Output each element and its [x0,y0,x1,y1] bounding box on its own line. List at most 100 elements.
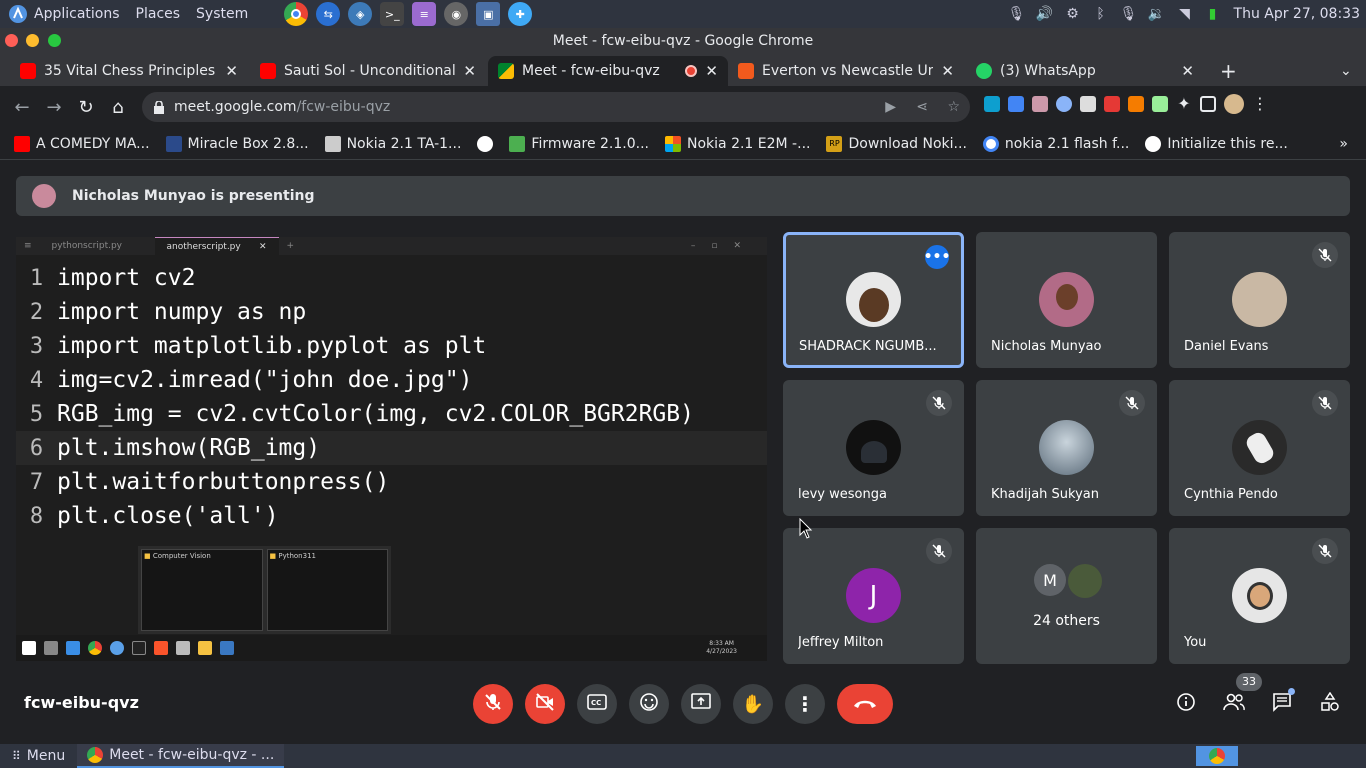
raise-hand-button[interactable]: ✋ [733,684,773,724]
close-tab-icon[interactable]: ✕ [941,62,954,80]
menu-icon: ≡ [24,241,32,251]
bookmark-initialize[interactable]: Initialize this re... [1137,135,1295,152]
minimize-window-icon[interactable] [26,34,39,47]
tab-search-chevron-icon[interactable]: ⌄ [1330,56,1360,86]
meeting-info-button[interactable] [1170,688,1202,720]
extension-6-icon[interactable] [1104,96,1120,112]
close-tab-icon[interactable]: ✕ [1181,62,1194,80]
participant-tile-nicholas[interactable]: Nicholas Munyao [976,232,1157,368]
new-tab-icon[interactable]: + [1210,56,1240,86]
vscode-launcher-icon[interactable]: ◈ [348,2,373,26]
system-menu[interactable]: System [188,0,256,28]
windows-start-icon [22,641,36,655]
terminal-launcher-icon[interactable]: >_ [380,2,405,26]
svg-text:CC: CC [591,699,601,707]
chrome-launcher-icon[interactable] [284,2,309,26]
workspace-switcher[interactable] [1196,746,1238,766]
text-editor-launcher-icon[interactable]: ≡ [412,2,437,26]
windows-taskbar: 8:33 AM 4/27/2023 [16,635,767,661]
microphone-icon[interactable]: 🎙 [1008,6,1026,22]
extension-4-icon[interactable] [1056,96,1072,112]
bookmark-star-icon[interactable]: ☆ [947,99,960,115]
people-button[interactable] [1218,688,1250,720]
bookmark-nokia-flash[interactable]: nokia 2.1 flash f... [975,135,1137,152]
network-app-icon[interactable]: ⇆ [316,2,341,26]
extension-off-icon[interactable] [1128,96,1144,112]
wifi-icon[interactable]: ◥ [1178,6,1192,22]
participant-tile-jeffrey[interactable]: J Jeffrey Milton [783,528,964,664]
bluetooth-icon[interactable]: ᛒ [1094,6,1108,22]
applications-menu[interactable]: Applications [0,0,128,28]
translate-extension-icon[interactable] [1008,96,1024,112]
participant-tile-levy[interactable]: levy wesonga [783,380,964,516]
close-tab-icon[interactable]: ✕ [705,62,718,80]
files-launcher-icon[interactable]: ✚ [508,2,533,26]
extension-1-icon[interactable] [984,96,1000,112]
main-menu-button[interactable]: ⠿ Menu [0,748,77,764]
camera-permission-icon[interactable]: ▶ [885,99,896,115]
back-arrow-icon[interactable]: ← [6,91,38,123]
close-window-icon[interactable] [5,34,18,47]
site-favicon-icon [165,135,182,152]
speaker-icon[interactable]: 🔉 [1148,6,1165,22]
bookmark-firmware[interactable]: Firmware 2.1.0... [501,135,657,152]
places-menu[interactable]: Places [128,0,189,28]
bookmark-download-nokia[interactable]: RP Download Noki... [818,135,974,152]
bookmark-globe[interactable] [469,135,501,152]
side-panel-icon[interactable] [1200,96,1216,112]
reactions-button[interactable] [629,684,669,724]
participant-tile-daniel[interactable]: Daniel Evans [1169,232,1350,368]
more-options-icon[interactable]: ••• [924,245,950,269]
camera-off-button[interactable] [525,684,565,724]
activities-button[interactable] [1314,688,1346,720]
tab-everton[interactable]: Everton vs Newcastle Unite ✕ [728,56,964,86]
forward-arrow-icon[interactable]: → [38,91,70,123]
tab-chess[interactable]: 35 Vital Chess Principles | ✕ [10,56,248,86]
present-screen-button[interactable] [681,684,721,724]
extension-8-icon[interactable] [1152,96,1168,112]
chat-button[interactable] [1266,688,1298,720]
main-menu-label: Menu [26,748,66,764]
tab-meet[interactable]: Meet - fcw-eibu-qvz ✕ [488,56,728,86]
monitor-launcher-icon[interactable]: ▣ [476,2,501,26]
bookmarks-overflow-icon[interactable]: » [1331,136,1356,152]
participant-name: SHADRACK NGUMB... [799,339,937,354]
settings-tray-icon[interactable]: ⚙ [1066,6,1080,22]
settings-launcher-icon[interactable]: ◉ [444,2,469,26]
bookmark-nokia-ta[interactable]: Nokia 2.1 TA-1... [317,135,470,152]
puzzle-extensions-icon[interactable]: ✦ [1176,96,1192,112]
profile-avatar[interactable] [1224,94,1244,114]
captions-button[interactable]: CC [577,684,617,724]
participant-tile-shadrack[interactable]: ••• SHADRACK NGUMB... [783,232,964,368]
bookmark-nokia-e2m[interactable]: Nokia 2.1 E2M -... [657,135,818,152]
tab-sauti-sol[interactable]: Sauti Sol - Unconditionally ✕ [250,56,486,86]
leave-call-button[interactable] [837,684,893,724]
tab-whatsapp[interactable]: (3) WhatsApp ✕ [966,56,1204,86]
battery-icon[interactable]: ▮ [1206,6,1220,22]
close-tab-icon[interactable]: ✕ [463,62,476,80]
youtube-favicon-icon [260,63,276,79]
more-options-button[interactable]: ⋮ [785,684,825,724]
taskbar-window-button[interactable]: Meet - fcw-eibu-qvz - ... [77,744,285,768]
chrome-menu-icon[interactable]: ⋮ [1252,96,1268,114]
close-tab-icon[interactable]: ✕ [225,62,238,80]
bookmark-miracle-box[interactable]: Miracle Box 2.8... [158,135,317,152]
reload-icon[interactable]: ↻ [70,91,102,123]
home-icon[interactable]: ⌂ [102,91,134,123]
terminal-taskbar-icon [132,641,146,655]
volume-icon[interactable]: 🔊 [1036,6,1053,22]
address-bar[interactable]: meet.google.com/fcw-eibu-qvz ▶ ⋖ ☆ [142,92,970,122]
participant-tile-others[interactable]: M 24 others [976,528,1157,664]
participant-tile-cynthia[interactable]: Cynthia Pendo [1169,380,1350,516]
maximize-window-icon[interactable] [48,34,61,47]
clock[interactable]: Thu Apr 27, 08:33 [1234,6,1360,22]
extension-5-icon[interactable] [1080,96,1096,112]
bookmark-comedy[interactable]: A COMEDY MA... [6,135,158,152]
microphone-off-button[interactable] [473,684,513,724]
tab-title: Sauti Sol - Unconditionally [284,63,456,79]
participant-tile-you[interactable]: You [1169,528,1350,664]
extension-3-icon[interactable] [1032,96,1048,112]
participant-tile-khadijah[interactable]: Khadijah Sukyan [976,380,1157,516]
microphone-tray-icon[interactable]: 🎙 [1120,6,1138,22]
share-icon[interactable]: ⋖ [916,99,928,115]
